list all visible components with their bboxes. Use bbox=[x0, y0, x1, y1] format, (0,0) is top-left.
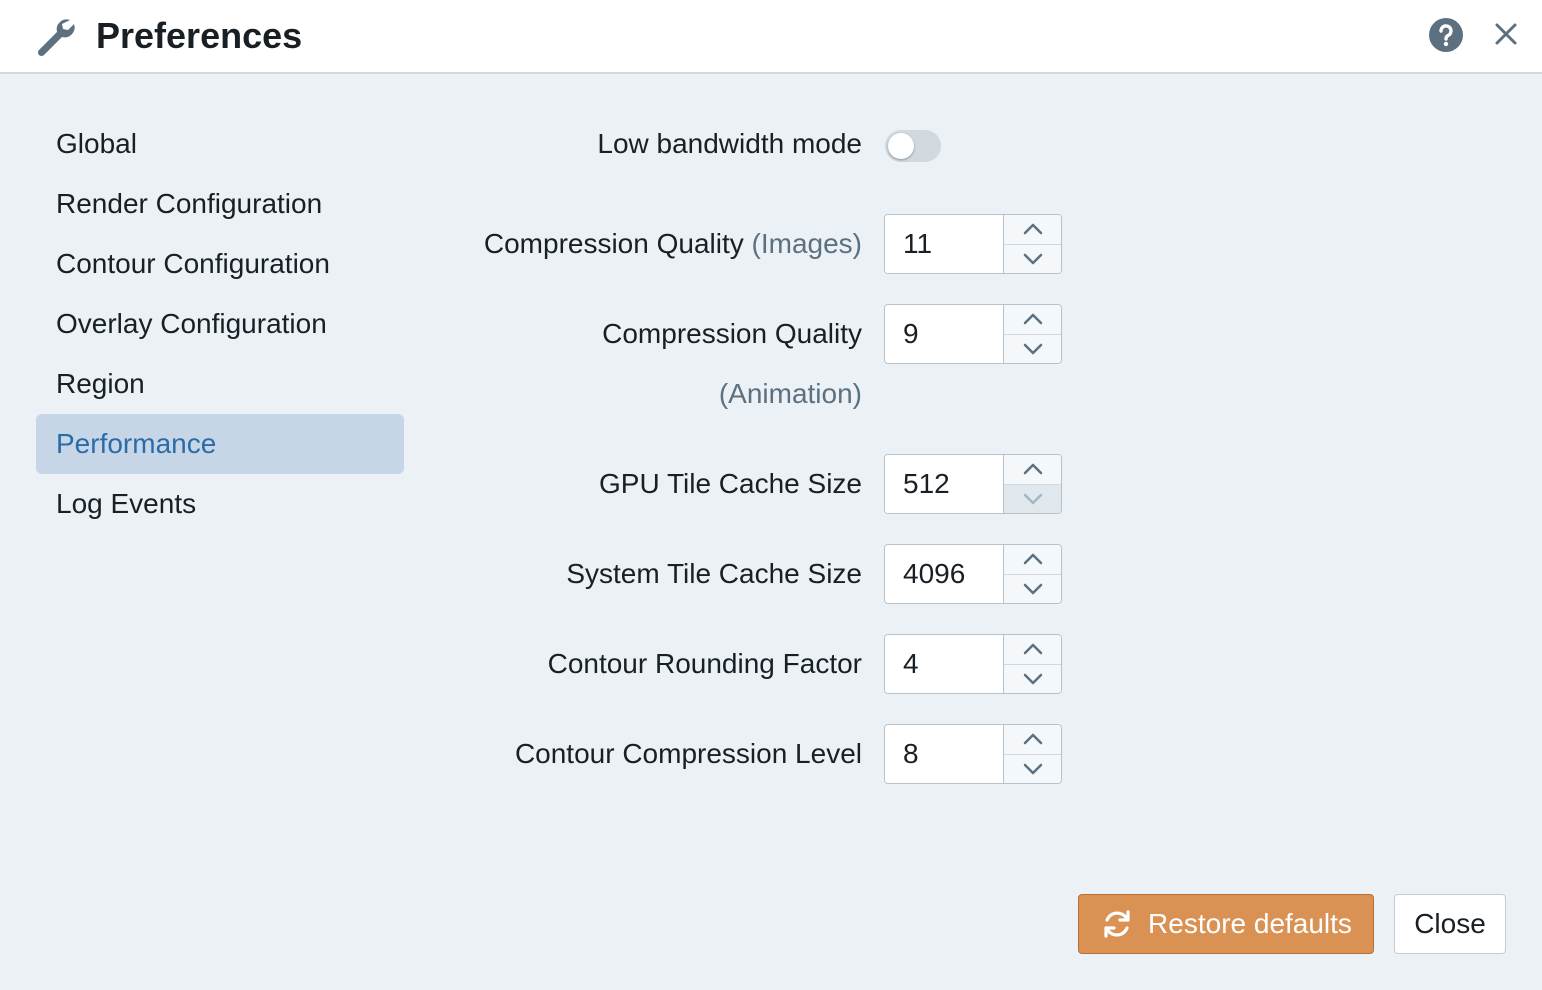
contour-compression-label: Contour Compression Level bbox=[514, 738, 862, 769]
chevron-up-icon bbox=[1023, 734, 1042, 745]
sidebar-item-overlay-configuration[interactable]: Overlay Configuration bbox=[36, 294, 404, 354]
compression-animation-row: Compression Quality (Animation) bbox=[430, 304, 1130, 424]
chevron-down-icon bbox=[1023, 253, 1042, 264]
contour-rounding-row: Contour Rounding Factor bbox=[430, 634, 1130, 694]
chevron-down-icon bbox=[1023, 583, 1042, 594]
increment-button[interactable] bbox=[1004, 545, 1061, 575]
close-icon[interactable] bbox=[1490, 18, 1522, 50]
decrement-button[interactable] bbox=[1004, 574, 1061, 603]
sidebar-item-global[interactable]: Global bbox=[36, 114, 404, 174]
stepper-buttons bbox=[1003, 725, 1061, 783]
low-bandwidth-toggle[interactable] bbox=[885, 130, 941, 162]
compression-animation-input[interactable] bbox=[885, 305, 1003, 363]
restore-defaults-label: Restore defaults bbox=[1148, 908, 1352, 939]
gpu-tile-cache-input[interactable] bbox=[885, 455, 1003, 513]
stepper-buttons bbox=[1003, 215, 1061, 273]
sidebar-item-render-configuration[interactable]: Render Configuration bbox=[36, 174, 404, 234]
compression-images-label: Compression Quality (Images) bbox=[484, 214, 862, 274]
preferences-sidebar: Global Render Configuration Contour Conf… bbox=[36, 114, 404, 534]
chevron-down-icon bbox=[1023, 343, 1042, 354]
low-bandwidth-row: Low bandwidth mode bbox=[430, 114, 1130, 174]
increment-button[interactable] bbox=[1004, 725, 1061, 755]
system-tile-cache-stepper bbox=[884, 544, 1062, 604]
help-icon[interactable] bbox=[1428, 17, 1464, 53]
stepper-buttons bbox=[1003, 635, 1061, 693]
chevron-up-icon bbox=[1023, 554, 1042, 565]
sidebar-item-performance[interactable]: Performance bbox=[36, 414, 404, 474]
sidebar-item-region[interactable]: Region bbox=[36, 354, 404, 414]
gpu-tile-cache-label: GPU Tile Cache Size bbox=[599, 468, 862, 499]
system-tile-cache-input[interactable] bbox=[885, 545, 1003, 603]
chevron-down-icon bbox=[1023, 763, 1042, 774]
compression-images-row: Compression Quality (Images) bbox=[430, 214, 1130, 274]
compression-images-stepper bbox=[884, 214, 1062, 274]
sidebar-item-log-events[interactable]: Log Events bbox=[36, 474, 404, 534]
low-bandwidth-label: Low bandwidth mode bbox=[597, 128, 862, 159]
compression-images-label-muted: (Images) bbox=[751, 228, 862, 259]
contour-rounding-stepper bbox=[884, 634, 1062, 694]
decrement-button[interactable] bbox=[1004, 244, 1061, 273]
chevron-up-icon bbox=[1023, 464, 1042, 475]
decrement-button[interactable] bbox=[1004, 334, 1061, 363]
system-tile-cache-row: System Tile Cache Size bbox=[430, 544, 1130, 604]
dialog-title: Preferences bbox=[96, 15, 303, 56]
contour-compression-row: Contour Compression Level bbox=[430, 724, 1130, 784]
contour-rounding-input[interactable] bbox=[885, 635, 1003, 693]
compression-animation-stepper bbox=[884, 304, 1062, 364]
compression-animation-label: Compression Quality bbox=[602, 318, 862, 349]
decrement-button[interactable] bbox=[1004, 664, 1061, 693]
toggle-knob bbox=[888, 133, 914, 159]
sidebar-item-contour-configuration[interactable]: Contour Configuration bbox=[36, 234, 404, 294]
chevron-up-icon bbox=[1023, 644, 1042, 655]
restore-defaults-button[interactable]: Restore defaults bbox=[1078, 894, 1374, 954]
compression-images-input[interactable] bbox=[885, 215, 1003, 273]
decrement-button[interactable] bbox=[1004, 754, 1061, 783]
compression-animation-label-muted: (Animation) bbox=[718, 378, 862, 409]
increment-button[interactable] bbox=[1004, 455, 1061, 485]
contour-rounding-label: Contour Rounding Factor bbox=[547, 648, 862, 679]
chevron-up-icon bbox=[1023, 314, 1042, 325]
chevron-down-icon bbox=[1023, 493, 1042, 504]
compression-images-label-text: Compression Quality bbox=[483, 228, 744, 259]
contour-compression-input[interactable] bbox=[885, 725, 1003, 783]
chevron-down-icon bbox=[1023, 673, 1042, 684]
stepper-buttons bbox=[1003, 545, 1061, 603]
increment-button[interactable] bbox=[1004, 635, 1061, 665]
dialog-header: Preferences bbox=[0, 0, 1542, 74]
increment-button[interactable] bbox=[1004, 215, 1061, 245]
stepper-buttons bbox=[1003, 455, 1061, 513]
wrench-icon bbox=[37, 19, 75, 57]
increment-button[interactable] bbox=[1004, 305, 1061, 335]
system-tile-cache-label: System Tile Cache Size bbox=[566, 558, 862, 589]
gpu-tile-cache-stepper bbox=[884, 454, 1062, 514]
gpu-tile-cache-row: GPU Tile Cache Size bbox=[430, 454, 1130, 514]
chevron-up-icon bbox=[1023, 224, 1042, 235]
decrement-button-disabled bbox=[1004, 484, 1061, 513]
stepper-buttons bbox=[1003, 305, 1061, 363]
contour-compression-stepper bbox=[884, 724, 1062, 784]
refresh-icon bbox=[1104, 910, 1130, 938]
close-button[interactable]: Close bbox=[1394, 894, 1506, 954]
